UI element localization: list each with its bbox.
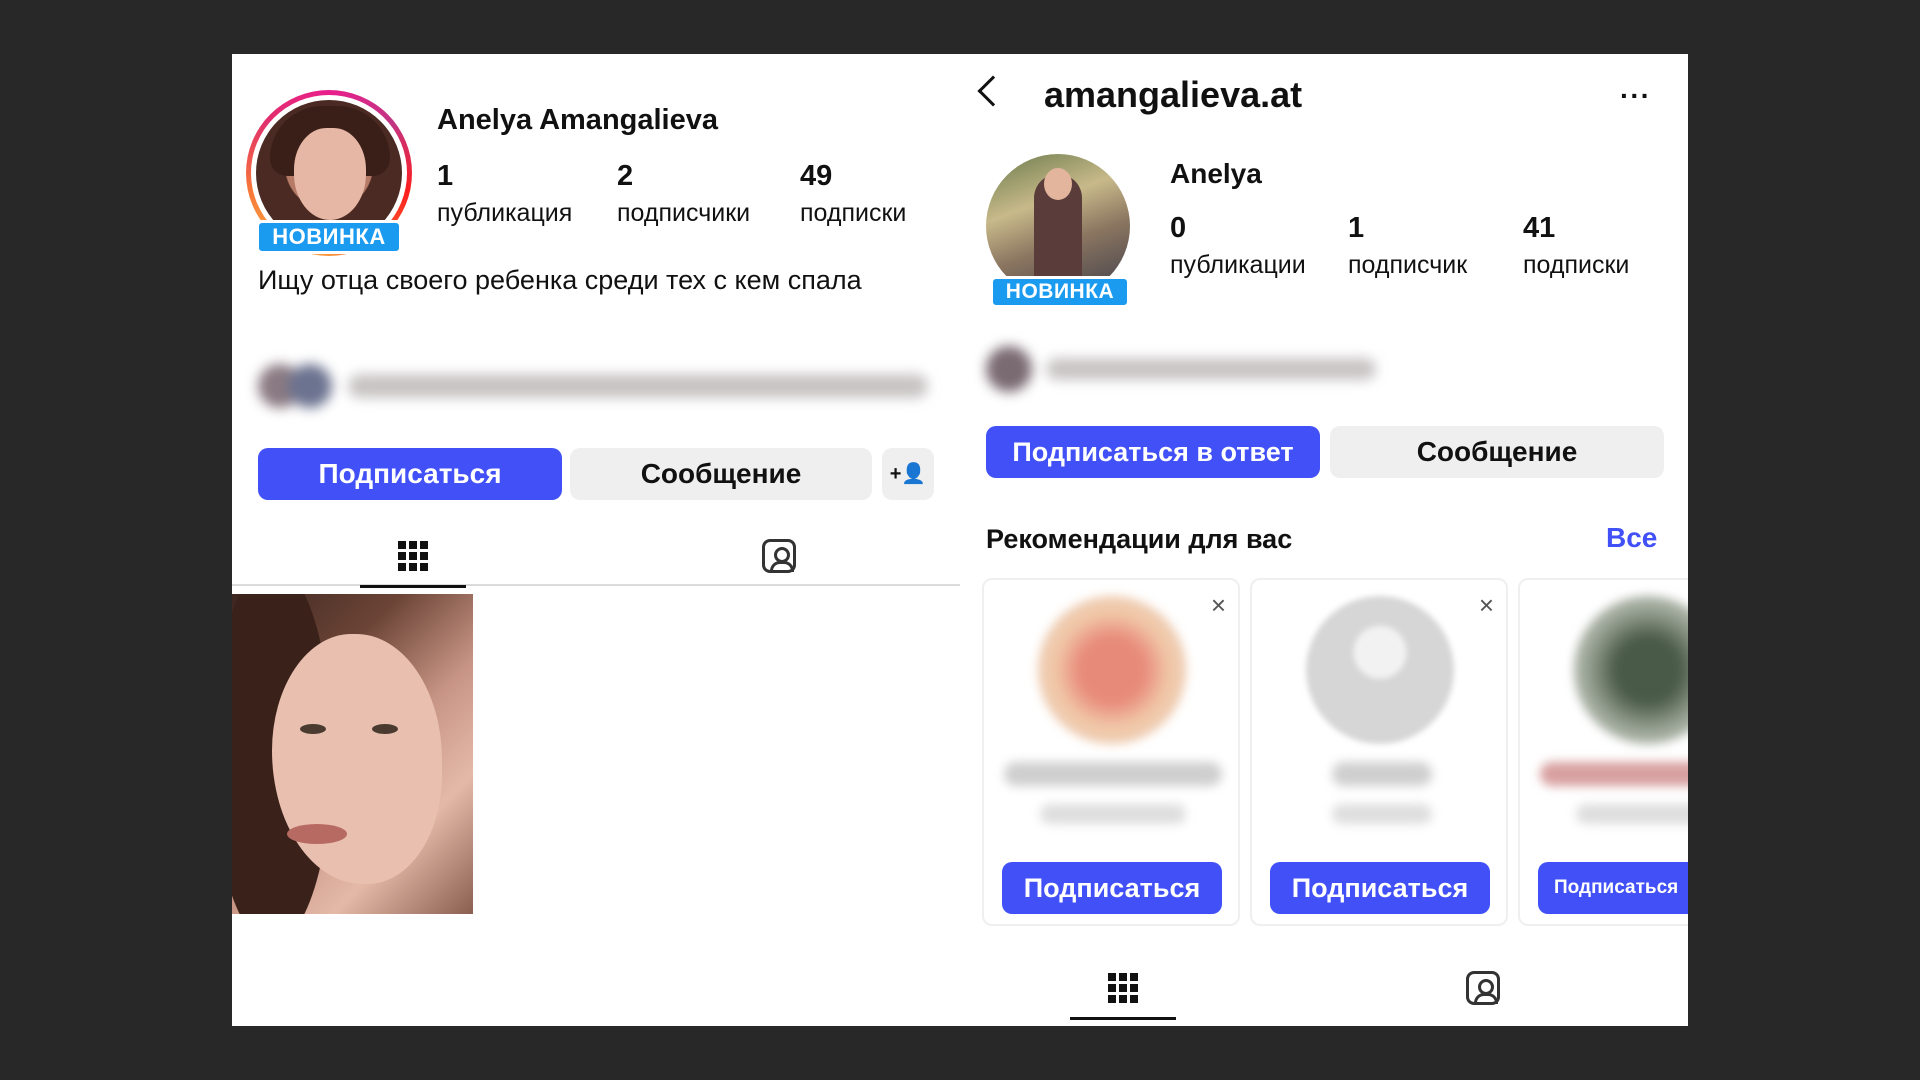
grid-icon (398, 541, 428, 571)
tagged-icon (1466, 971, 1500, 1005)
profile-display-name: Anelya (1170, 158, 1262, 189)
follow-button[interactable]: Подписаться (1538, 862, 1688, 914)
message-button[interactable]: Сообщение (1330, 426, 1664, 478)
recommendation-card[interactable]: Подписаться (1518, 578, 1688, 926)
right-profile: amangalieva.at ··· НОВИНКА Anelya 0 публ… (960, 54, 1688, 1026)
stat-following[interactable]: 49 подписки (800, 160, 906, 228)
profile-tabs (960, 958, 1688, 1020)
stat-followers[interactable]: 2 подписчики (617, 160, 750, 228)
followed-by-blurred (986, 344, 1386, 394)
recommendations-title: Рекомендации для вас (986, 524, 1293, 554)
tab-tagged[interactable] (1430, 958, 1536, 1018)
profile-tabs (232, 526, 960, 588)
profile-bio: Ищу отца своего ребенка среди тех с кем … (258, 265, 862, 295)
avatar (1306, 596, 1454, 744)
new-badge: НОВИНКА (990, 276, 1130, 308)
close-icon[interactable]: × (1479, 590, 1494, 621)
tagged-icon (762, 539, 796, 573)
recommendation-card[interactable]: × Подписаться (982, 578, 1240, 926)
add-user-icon[interactable]: +👤 (882, 448, 934, 500)
recommendation-card[interactable]: × Подписаться (1250, 578, 1508, 926)
follow-back-button[interactable]: Подписаться в ответ (986, 426, 1320, 478)
tab-tagged[interactable] (726, 526, 832, 586)
left-profile: НОВИНКА Anelya Amangalieva 1 публикация … (232, 54, 960, 1026)
profile-display-name: Anelya Amangalieva (437, 104, 718, 136)
post-thumbnail[interactable] (232, 594, 473, 914)
back-arrow-icon[interactable] (977, 75, 1009, 107)
followed-by-blurred (258, 360, 938, 410)
see-all-link[interactable]: Все (1606, 522, 1657, 554)
follow-button[interactable]: Подписаться (1270, 862, 1490, 914)
stat-posts[interactable]: 1 публикация (437, 160, 572, 228)
follow-button[interactable]: Подписаться (258, 448, 562, 500)
tab-posts[interactable] (360, 526, 466, 588)
grid-icon (1108, 973, 1138, 1003)
more-icon[interactable]: ··· (1620, 80, 1651, 112)
new-badge: НОВИНКА (256, 220, 402, 254)
close-icon[interactable]: × (1211, 590, 1226, 621)
avatar (1038, 596, 1186, 744)
profile-username: amangalieva.at (1044, 74, 1303, 115)
screenshot-collage: НОВИНКА Anelya Amangalieva 1 публикация … (232, 54, 1688, 1026)
avatar (1574, 596, 1688, 744)
message-button[interactable]: Сообщение (570, 448, 872, 500)
stat-following[interactable]: 41 подписки (1523, 212, 1629, 280)
stat-posts[interactable]: 0 публикации (1170, 212, 1306, 280)
follow-button[interactable]: Подписаться (1002, 862, 1222, 914)
tab-posts[interactable] (1070, 958, 1176, 1020)
stat-followers[interactable]: 1 подписчик (1348, 212, 1467, 280)
